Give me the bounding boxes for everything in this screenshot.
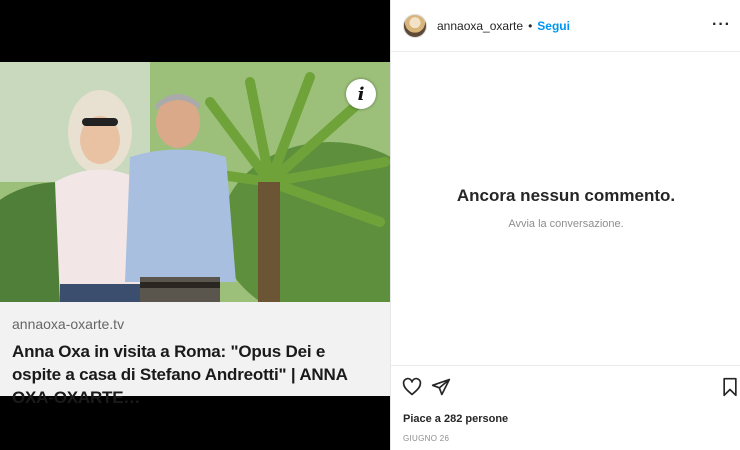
empty-comments-subtitle: Avvia la conversazione. bbox=[508, 218, 624, 230]
more-options-icon[interactable]: ··· bbox=[712, 16, 731, 34]
separator-dot: • bbox=[528, 18, 533, 33]
empty-comments-title: Ancora nessun commento. bbox=[456, 186, 676, 205]
info-icon[interactable]: i bbox=[346, 79, 376, 109]
link-title[interactable]: Anna Oxa in visita a Roma: "Opus Dei e o… bbox=[12, 340, 378, 409]
photo-illustration bbox=[0, 62, 390, 302]
likes-count[interactable]: Piace a 282 persone bbox=[403, 413, 508, 425]
post-date: GIUGNO 26 bbox=[403, 434, 450, 443]
action-bar bbox=[391, 365, 740, 405]
share-icon[interactable] bbox=[431, 377, 451, 397]
heart-icon[interactable] bbox=[402, 377, 422, 397]
empty-comments: Ancora nessun commento. Avvia la convers… bbox=[391, 186, 740, 230]
avatar[interactable] bbox=[403, 13, 427, 38]
username-link[interactable]: annaoxa_oxarte bbox=[437, 19, 523, 33]
post-photo[interactable]: i bbox=[0, 62, 390, 302]
link-preview-card[interactable]: annaoxa-oxarte.tv Anna Oxa in visita a R… bbox=[0, 302, 390, 407]
post-header: annaoxa_oxarte • Segui ··· bbox=[391, 0, 740, 52]
bookmark-icon[interactable] bbox=[720, 377, 740, 397]
link-domain: annaoxa-oxarte.tv bbox=[12, 316, 125, 332]
media-pane: i annaoxa-oxarte.tv Anna Oxa in visita a… bbox=[0, 0, 390, 450]
post-viewer: i annaoxa-oxarte.tv Anna Oxa in visita a… bbox=[0, 0, 740, 450]
post-side-panel: annaoxa_oxarte • Segui ··· Ancora nessun… bbox=[390, 0, 740, 450]
follow-button[interactable]: Segui bbox=[537, 19, 570, 33]
